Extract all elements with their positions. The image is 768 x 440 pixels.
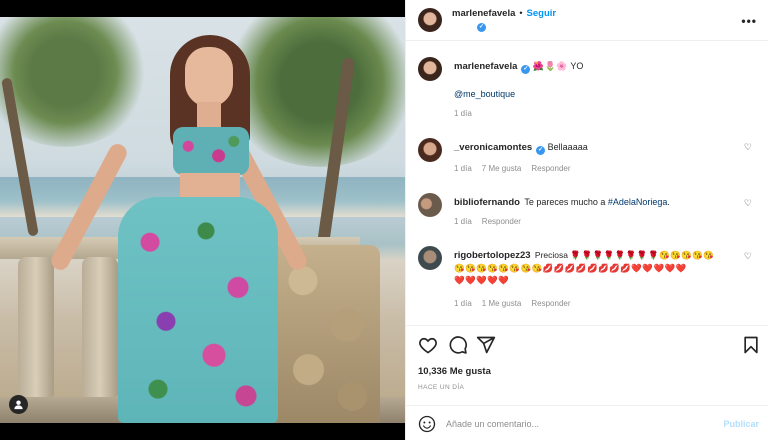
commenter-avatar[interactable] [418, 246, 442, 270]
woman-figure [48, 27, 310, 423]
comment-body: rigobertolopez23 Preciosa 🌹🌹🌹🌹🌹🌹🌹🌹😘😘😘😘😘 … [454, 249, 754, 286]
comment-body: _veronicamontes ✓ Bellaaaaa [454, 141, 744, 155]
comment-time[interactable]: 1 día [454, 164, 472, 173]
comment-time[interactable]: 1 día [454, 299, 472, 308]
caption-body: marlenefavela ✓ 🌺🌷🌸 YO @me_boutique [454, 60, 744, 101]
caption-text: YO [570, 61, 584, 71]
add-comment-bar: Publicar [406, 405, 768, 440]
caption: marlenefavela ✓ 🌺🌷🌸 YO @me_boutique 1 día [418, 57, 758, 127]
comment-text: Preciosa [534, 250, 568, 260]
comment-like-heart-icon[interactable]: ♡ [744, 198, 752, 209]
commenter-username[interactable]: bibliofernando [454, 197, 520, 208]
author-avatar[interactable] [418, 8, 442, 32]
floral-skirt [118, 197, 278, 423]
floral-top [173, 127, 249, 175]
post-photo[interactable] [0, 17, 405, 423]
comment-like-heart-icon[interactable]: ♡ [744, 251, 752, 262]
verified-badge-icon: ✓ [477, 23, 486, 32]
comment-meta: 1 día 7 Me gusta Responder [454, 164, 581, 173]
comment-text-end: . [667, 197, 670, 207]
emoji-icon[interactable] [418, 415, 436, 433]
comment-text: Te pareces mucho a [524, 197, 608, 207]
comment-emojis: 😘😘😘😘😘😘😘😘💋💋💋💋💋💋💋💋❤️❤️❤️❤️❤️ [454, 263, 687, 273]
post-time[interactable]: HACE UN DÍA [418, 384, 464, 391]
post-actions: 10,336 Me gusta HACE UN DÍA Publicar [406, 325, 768, 440]
commenter-avatar[interactable] [418, 138, 442, 162]
comment-input[interactable] [446, 414, 716, 434]
bookmark-icon[interactable] [741, 335, 761, 355]
comment-like-count[interactable]: 1 Me gusta [482, 299, 522, 308]
caption-mention-link[interactable]: @me_boutique [454, 89, 515, 99]
comment-body: bibliofernando Te pareces mucho a #Adela… [454, 196, 744, 209]
comment-time[interactable]: 1 día [454, 217, 472, 226]
comment-emojis: ❤️❤️❤️❤️❤️ [454, 275, 510, 285]
caption-emojis: 🌺🌷🌸 [532, 61, 569, 71]
comment-meta: 1 día Responder [454, 217, 531, 226]
comment-icon[interactable] [448, 335, 468, 355]
separator-dot: • [519, 8, 523, 18]
comment-item: bibliofernando Te pareces mucho a #Adela… [418, 193, 758, 233]
heart-icon[interactable] [418, 335, 438, 355]
reply-button[interactable]: Responder [531, 164, 570, 173]
comment-like-count[interactable]: 7 Me gusta [482, 164, 522, 173]
comment-item: _veronicamontes ✓ Bellaaaaa 1 día 7 Me gus… [418, 138, 758, 178]
reply-button[interactable]: Responder [482, 217, 521, 226]
comment-item: rigobertolopez23 Preciosa 🌹🌹🌹🌹🌹🌹🌹🌹😘😘😘😘😘 … [418, 246, 758, 321]
caption-avatar[interactable] [418, 57, 442, 81]
comment-like-heart-icon[interactable]: ♡ [744, 142, 752, 153]
caption-time[interactable]: 1 día [454, 109, 472, 118]
comment-emojis: 🌹🌹🌹🌹🌹🌹🌹🌹😘😘😘😘😘 [570, 250, 715, 260]
commenter-username[interactable]: _veronicamontes [454, 142, 532, 153]
post-header: marlenefavela • Seguir ✓ ••• [406, 0, 768, 41]
verified-badge-icon: ✓ [536, 146, 546, 155]
comment-hashtag-link[interactable]: #AdelaNoriega [608, 197, 668, 207]
author-username[interactable]: marlenefavela [452, 8, 515, 19]
author-block: marlenefavela • Seguir ✓ [452, 8, 556, 32]
share-icon[interactable] [476, 335, 496, 355]
more-options-icon[interactable]: ••• [741, 14, 757, 28]
post-panel: marlenefavela • Seguir ✓ ••• marlenefavela… [405, 0, 768, 440]
user-tag-icon[interactable] [9, 395, 28, 414]
commenter-username[interactable]: rigobertolopez23 [454, 250, 531, 261]
verified-badge-icon: ✓ [521, 65, 531, 74]
baluster [18, 257, 54, 397]
comment-text: Bellaaaaa [547, 142, 588, 152]
reply-button[interactable]: Responder [531, 299, 570, 308]
post-media[interactable] [0, 0, 405, 440]
comment-meta: 1 día 1 Me gusta Responder [454, 299, 581, 308]
face [185, 47, 233, 107]
caption-username[interactable]: marlenefavela [454, 61, 517, 72]
commenter-avatar[interactable] [418, 193, 442, 217]
caption-meta: 1 día [454, 109, 482, 118]
stone-post [270, 245, 380, 423]
like-count[interactable]: 10,336 Me gusta [418, 366, 491, 377]
follow-button[interactable]: Seguir [527, 8, 557, 19]
publish-button[interactable]: Publicar [723, 419, 759, 429]
comments-list[interactable]: marlenefavela ✓ 🌺🌷🌸 YO @me_boutique 1 día… [406, 41, 768, 325]
